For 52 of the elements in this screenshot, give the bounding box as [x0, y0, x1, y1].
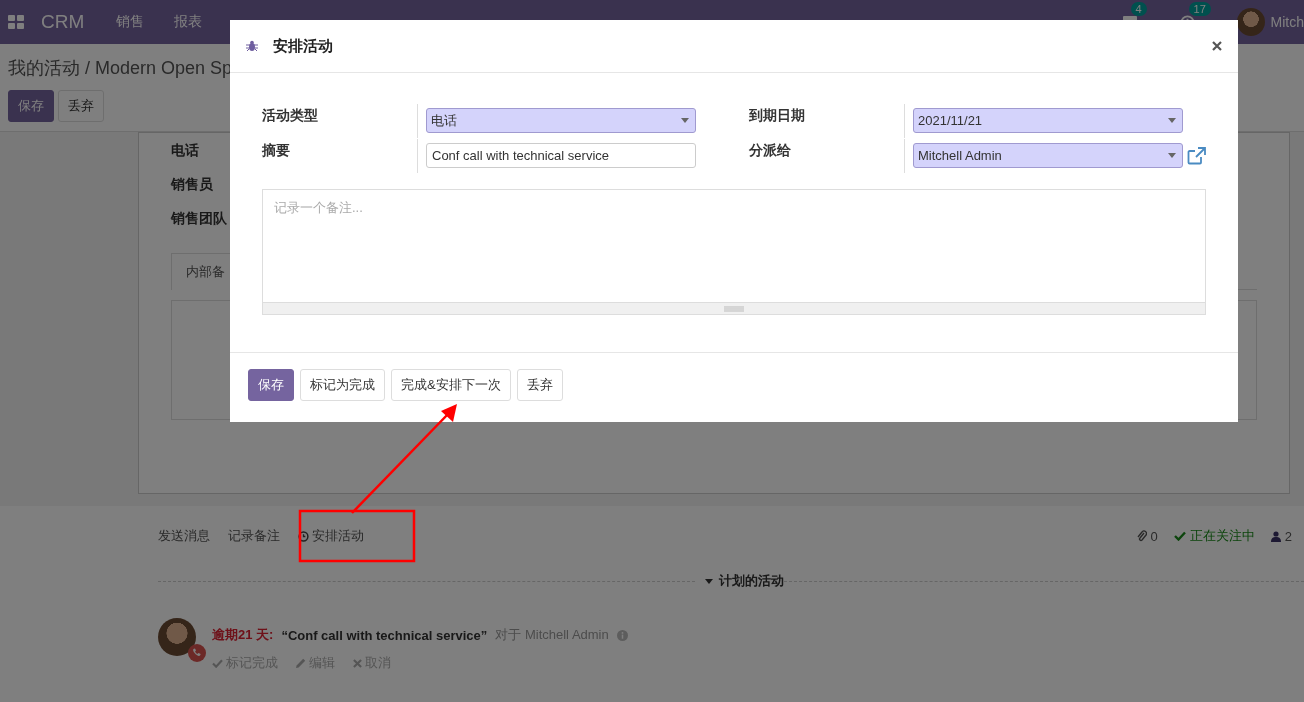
field-label: 活动类型 [262, 103, 418, 138]
pencil-icon [296, 658, 306, 668]
field-label: 电话 [171, 142, 199, 158]
user-name[interactable]: Mitch [1270, 14, 1304, 30]
phone-icon [188, 644, 206, 662]
paperclip-icon [1136, 530, 1147, 542]
chatter-link[interactable]: 记录备注 [228, 527, 280, 545]
bug-icon [246, 40, 258, 52]
field-label: 到期日期 [749, 103, 905, 138]
dialog-button[interactable]: 完成&安排下一次 [391, 369, 511, 401]
field-label: 销售员 [171, 176, 213, 192]
followers-count[interactable]: 2 [1270, 528, 1292, 544]
apps-menu-icon[interactable] [8, 14, 25, 30]
chatter-link[interactable]: 安排活动 [298, 527, 364, 545]
page-button[interactable]: 丢弃 [58, 90, 104, 122]
user-avatar [158, 618, 196, 656]
dialog-title: 安排活动 [273, 36, 333, 56]
menu-item[interactable]: 销售 [116, 13, 145, 31]
section-toggle[interactable]: 计划的活动 [705, 572, 784, 590]
attachment-count[interactable]: 0 [1136, 528, 1158, 544]
caret-icon [681, 118, 689, 123]
notification-badge: 17 [1188, 1, 1211, 16]
user-avatar[interactable] [1236, 8, 1265, 36]
chatter-link[interactable]: 发送消息 [158, 527, 210, 545]
person-icon [1270, 530, 1281, 542]
dialog-button[interactable]: 保存 [248, 369, 294, 401]
following-toggle[interactable]: 正在关注中 [1173, 527, 1255, 545]
select-field[interactable]: Mitchell Admin [913, 143, 1183, 168]
close-icon[interactable] [1212, 41, 1222, 51]
dialog-button[interactable]: 丢弃 [516, 369, 563, 401]
resize-handle-icon[interactable] [724, 305, 744, 312]
select-field[interactable]: 电话 [426, 108, 696, 133]
select-field[interactable]: 2021/11/21 [913, 108, 1183, 133]
app-name[interactable]: CRM [41, 11, 85, 33]
input-field[interactable]: Conf call with technical service [426, 143, 696, 168]
field-label: 销售团队 [171, 210, 227, 226]
close-icon [353, 658, 362, 668]
check-icon [212, 658, 223, 668]
activity-summary: “Conf call with technical service” [281, 627, 488, 643]
caret-icon [705, 578, 713, 584]
external-link-icon[interactable] [1187, 146, 1206, 165]
field-label: 分派给 [749, 138, 905, 173]
caret-icon [1168, 153, 1176, 158]
dialog-button[interactable]: 标记为完成 [300, 369, 385, 401]
clock-icon [298, 530, 309, 542]
overdue-label: 逾期21 天: [212, 626, 274, 644]
page-button[interactable]: 保存 [8, 90, 54, 122]
check-icon [1173, 531, 1186, 541]
field-label: 摘要 [262, 138, 418, 173]
notification-badge: 4 [1130, 2, 1147, 16]
menu-item[interactable]: 报表 [174, 13, 203, 31]
caret-icon [1168, 118, 1176, 123]
